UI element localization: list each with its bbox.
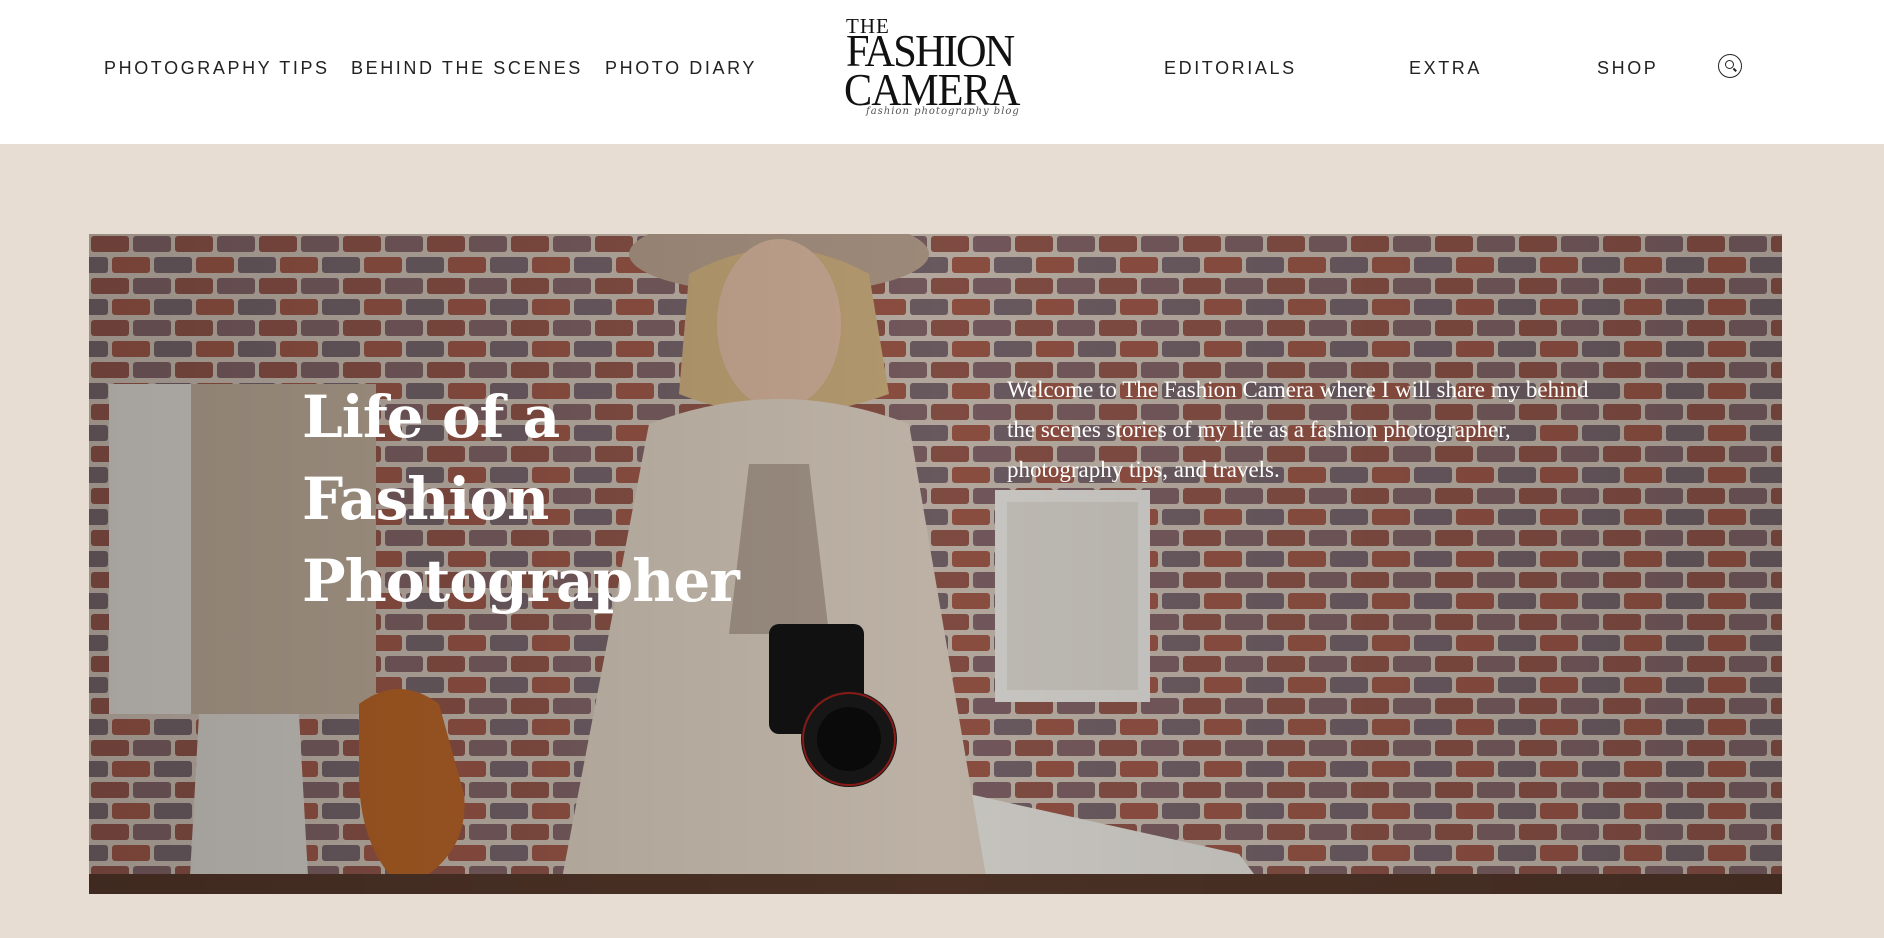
hero-title: Life of a Fashion Photographer <box>302 383 740 615</box>
nav-shop[interactable]: SHOP <box>1597 58 1658 79</box>
search-icon[interactable] <box>1718 54 1742 78</box>
nav-photo-diary[interactable]: PHOTO DIARY <box>605 58 757 79</box>
site-header: PHOTOGRAPHY TIPS BEHIND THE SCENES PHOTO… <box>0 0 1884 144</box>
nav-extra[interactable]: EXTRA <box>1409 58 1482 79</box>
site-logo[interactable]: THE FASHION CAMERA fashion photography b… <box>842 12 1032 124</box>
hero-banner: Life of a Fashion Photographer Welcome t… <box>89 234 1782 894</box>
nav-photography-tips[interactable]: PHOTOGRAPHY TIPS <box>104 58 330 79</box>
logo-tagline: fashion photography blog <box>866 106 1020 117</box>
nav-editorials[interactable]: EDITORIALS <box>1164 58 1297 79</box>
nav-behind-the-scenes[interactable]: BEHIND THE SCENES <box>351 58 583 79</box>
hero-intro-text: Welcome to The Fashion Camera where I wi… <box>1007 377 1589 482</box>
